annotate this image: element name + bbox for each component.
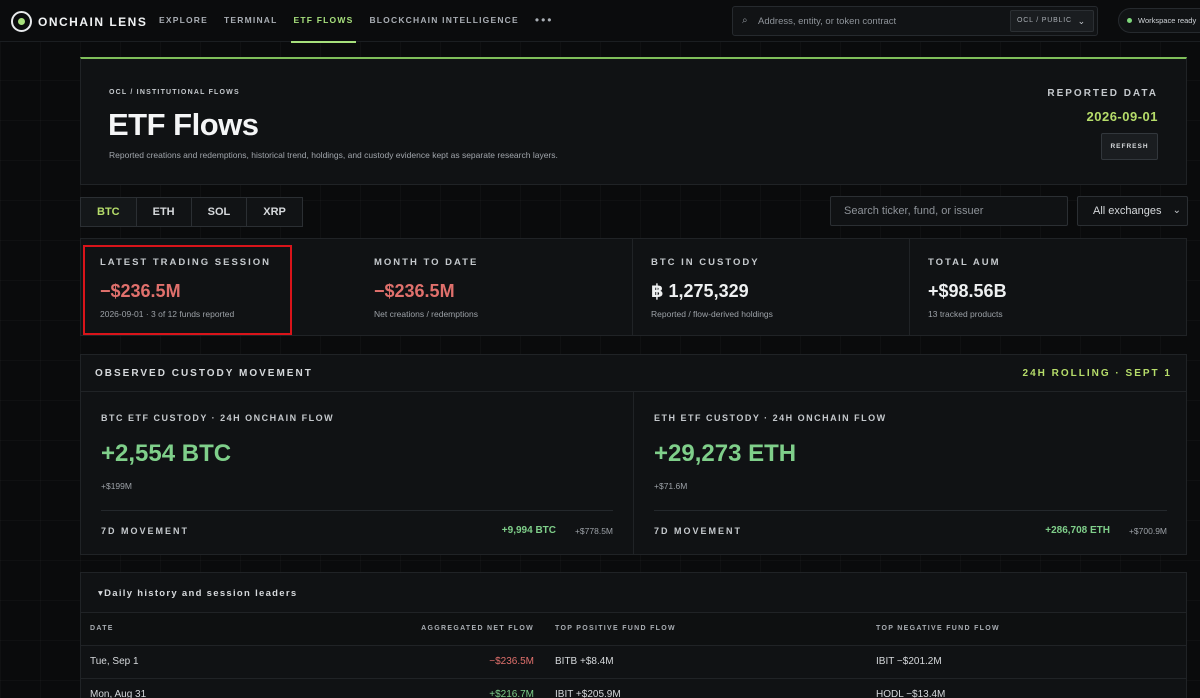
nav-more-icon[interactable]: ••• [535, 0, 554, 42]
custody-header: OBSERVED CUSTODY MOVEMENT 24H ROLLING · … [81, 355, 1186, 392]
movement-7d-usd: +$778.5M [574, 526, 613, 536]
logo-text: ONCHAIN LENS [38, 14, 148, 29]
stat-btc-in-custody: BTC IN CUSTODY ฿ 1,275,329 Reported / fl… [633, 239, 910, 335]
movement-7d-usd: +$700.9M [1128, 526, 1167, 536]
tab-xrp[interactable]: XRP [246, 197, 303, 227]
refresh-button[interactable]: REFRESH [1101, 133, 1158, 160]
row-top-negative: IBIT −$201.2M [876, 656, 942, 667]
page-title: ETF Flows [108, 107, 259, 142]
stat-month-to-date: MONTH TO DATE −$236.5M Net creations / r… [356, 239, 633, 335]
stat-sub: Reported / flow-derived holdings [651, 309, 773, 319]
stat-latest-session: LATEST TRADING SESSION −$236.5M 2026-09-… [83, 245, 292, 335]
stat-sub: Net creations / redemptions [374, 309, 478, 319]
stat-sub: 13 tracked products [928, 309, 1003, 319]
stat-value: +$98.56B [928, 281, 1007, 301]
stats-row: LATEST TRADING SESSION −$236.5M 2026-09-… [80, 238, 1187, 336]
nav-etf-flows[interactable]: ETF FLOWS [290, 0, 357, 43]
exchange-select[interactable]: All exchanges ⌄ [1077, 196, 1188, 226]
chevron-down-icon: ⌄ [1077, 16, 1086, 26]
scope-select-value: OCL / PUBLIC [1017, 17, 1072, 24]
row-aggregated-flow: +$216.7M [489, 689, 534, 698]
nav-terminal[interactable]: TERMINAL [224, 0, 278, 42]
top-bar: ONCHAIN LENS EXPLORE TERMINAL ETF FLOWS … [0, 0, 1200, 43]
table-row[interactable]: Mon, Aug 31 +$216.7M IBIT +$205.9M HODL … [81, 678, 1186, 698]
custody-movement-panel: OBSERVED CUSTODY MOVEMENT 24H ROLLING · … [80, 354, 1187, 555]
custody-card-label: BTC ETF CUSTODY · 24H ONCHAIN FLOW [101, 413, 335, 423]
fund-search-input[interactable] [830, 196, 1068, 226]
workspace-status: Workspace ready [1118, 8, 1200, 33]
movement-7d-value: +9,994 BTC [501, 525, 556, 536]
divider [654, 510, 1167, 511]
status-dot-icon [1127, 18, 1132, 23]
custody-card-usd: +$199M [101, 481, 132, 491]
logo-icon [11, 11, 32, 32]
stat-value: −$236.5M [100, 281, 181, 301]
movement-7d-value: +286,708 ETH [1045, 525, 1110, 536]
stat-label: TOTAL AUM [928, 257, 1001, 268]
main-nav: EXPLORE TERMINAL ETF FLOWS BLOCKCHAIN IN… [159, 0, 554, 43]
stat-value: ฿ 1,275,329 [651, 281, 749, 301]
table-header: DATE AGGREGATED NET FLOW TOP POSITIVE FU… [81, 612, 1186, 645]
page-subtitle: Reported creations and redemptions, hist… [109, 150, 558, 160]
scope-select[interactable]: OCL / PUBLIC ⌄ [1010, 10, 1094, 32]
global-search: ⌕ OCL / PUBLIC ⌄ [732, 6, 1098, 36]
chevron-down-icon: ⌄ [1172, 205, 1181, 216]
page-header: OCL / INSTITUTIONAL FLOWS ETF Flows Repo… [80, 57, 1187, 185]
stat-value: −$236.5M [374, 281, 455, 301]
custody-title: OBSERVED CUSTODY MOVEMENT [95, 368, 313, 379]
movement-7d-label: 7D MOVEMENT [654, 526, 743, 536]
stat-label: MONTH TO DATE [374, 257, 479, 268]
global-search-input[interactable] [758, 13, 1008, 30]
eth-custody-card: ETH ETF CUSTODY · 24H ONCHAIN FLOW +29,2… [634, 392, 1187, 555]
asset-tabs: BTC ETH SOL XRP [80, 197, 303, 227]
column-header-date[interactable]: DATE [90, 613, 114, 645]
breadcrumb: OCL / INSTITUTIONAL FLOWS [109, 89, 240, 96]
stat-total-aum: TOTAL AUM +$98.56B 13 tracked products [910, 239, 1186, 335]
nav-blockchain-intelligence[interactable]: BLOCKCHAIN INTELLIGENCE [369, 0, 518, 42]
history-table: DATE AGGREGATED NET FLOW TOP POSITIVE FU… [81, 612, 1186, 698]
stat-sub: 2026-09-01 · 3 of 12 funds reported [100, 309, 235, 319]
reported-data-label: REPORTED DATA [1047, 88, 1158, 99]
row-date: Mon, Aug 31 [90, 689, 147, 698]
workspace-status-text: Workspace ready [1138, 16, 1197, 25]
stat-label: BTC IN CUSTODY [651, 257, 760, 268]
nav-explore[interactable]: EXPLORE [159, 0, 208, 42]
movement-7d-label: 7D MOVEMENT [101, 526, 190, 536]
table-row[interactable]: Tue, Sep 1 −$236.5M BITB +$8.4M IBIT −$2… [81, 645, 1186, 678]
column-header-top-positive[interactable]: TOP POSITIVE FUND FLOW [555, 613, 676, 645]
row-date: Tue, Sep 1 [90, 656, 139, 667]
row-top-negative: HODL −$13.4M [876, 689, 946, 698]
row-top-positive: IBIT +$205.9M [555, 689, 621, 698]
custody-card-usd: +$71.6M [654, 481, 688, 491]
history-toggle[interactable]: ▾Daily history and session leaders [98, 588, 297, 599]
logo[interactable]: ONCHAIN LENS [11, 11, 147, 32]
exchange-select-value: All exchanges [1093, 205, 1162, 217]
column-header-top-negative[interactable]: TOP NEGATIVE FUND FLOW [876, 613, 1000, 645]
tab-eth[interactable]: ETH [135, 197, 192, 227]
custody-card-label: ETH ETF CUSTODY · 24H ONCHAIN FLOW [654, 413, 887, 423]
search-icon: ⌕ [742, 15, 748, 26]
row-aggregated-flow: −$236.5M [489, 656, 534, 667]
column-header-aggregated[interactable]: AGGREGATED NET FLOW [421, 613, 534, 645]
daily-history-panel: ▾Daily history and session leaders DATE … [80, 572, 1187, 698]
tab-btc[interactable]: BTC [80, 197, 137, 227]
btc-custody-card: BTC ETF CUSTODY · 24H ONCHAIN FLOW +2,55… [81, 392, 634, 555]
custody-card-value: +29,273 ETH [654, 440, 797, 467]
row-top-positive: BITB +$8.4M [555, 656, 614, 667]
custody-window-badge: 24H ROLLING · SEPT 1 [1022, 368, 1172, 379]
tab-sol[interactable]: SOL [190, 197, 248, 227]
stat-label: LATEST TRADING SESSION [100, 257, 272, 268]
divider [101, 510, 613, 511]
reported-date: 2026-09-01 [1086, 109, 1158, 124]
custody-card-value: +2,554 BTC [101, 440, 232, 467]
